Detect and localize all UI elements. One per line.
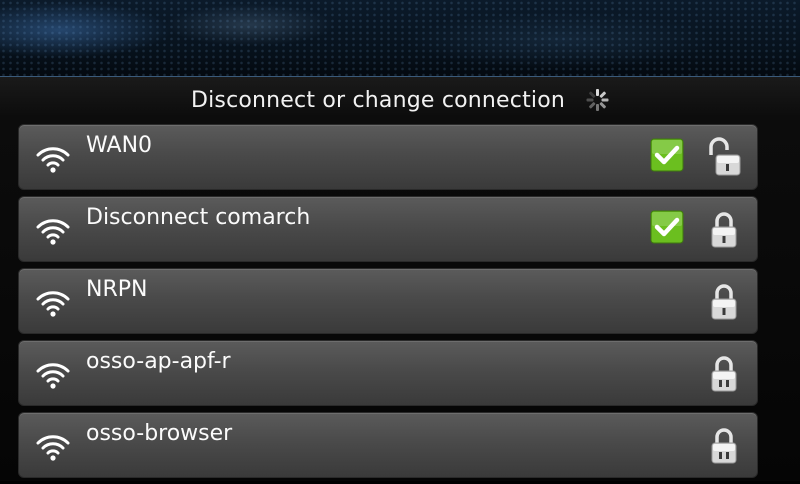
- dialog-title: Disconnect or change connection: [190, 87, 566, 113]
- wifi-signal-icon: [36, 435, 70, 461]
- network-name: osso-ap-apf-r: [86, 349, 231, 374]
- network-name: NRPN: [86, 277, 148, 302]
- wifi-signal-icon: [36, 147, 70, 173]
- network-name: osso-browser: [86, 421, 233, 446]
- network-item-osso-ap-apf-r[interactable]: osso-ap-apf-r: [18, 340, 758, 406]
- wifi-signal-icon: [36, 363, 70, 389]
- network-item-osso-browser[interactable]: osso-browser: [18, 412, 758, 478]
- network-item-wan0[interactable]: WAN0: [18, 124, 758, 190]
- dialog-header: Disconnect or change connection: [0, 80, 800, 120]
- background-wallpaper: [0, 0, 800, 80]
- padlock-icon: [711, 356, 737, 392]
- network-list: WAN0 Disconnect comarch NRPN osso-ap-apf…: [18, 124, 758, 484]
- padlock-icon: [711, 428, 737, 464]
- network-name: WAN0: [86, 133, 153, 158]
- wifi-signal-icon: [36, 219, 70, 245]
- loading-spinner-icon: [585, 88, 609, 112]
- connected-check-icon: [650, 138, 684, 172]
- unlocked-padlock-icon: [709, 137, 741, 176]
- network-name: Disconnect comarch: [86, 205, 311, 230]
- padlock-icon: [711, 284, 737, 320]
- padlock-icon: [711, 212, 737, 248]
- network-item-nrpn[interactable]: NRPN: [18, 268, 758, 334]
- connected-check-icon: [650, 210, 684, 244]
- wallpaper-texture: [0, 0, 800, 80]
- network-item-disconnect-comarch[interactable]: Disconnect comarch: [18, 196, 758, 262]
- wifi-signal-icon: [36, 291, 70, 317]
